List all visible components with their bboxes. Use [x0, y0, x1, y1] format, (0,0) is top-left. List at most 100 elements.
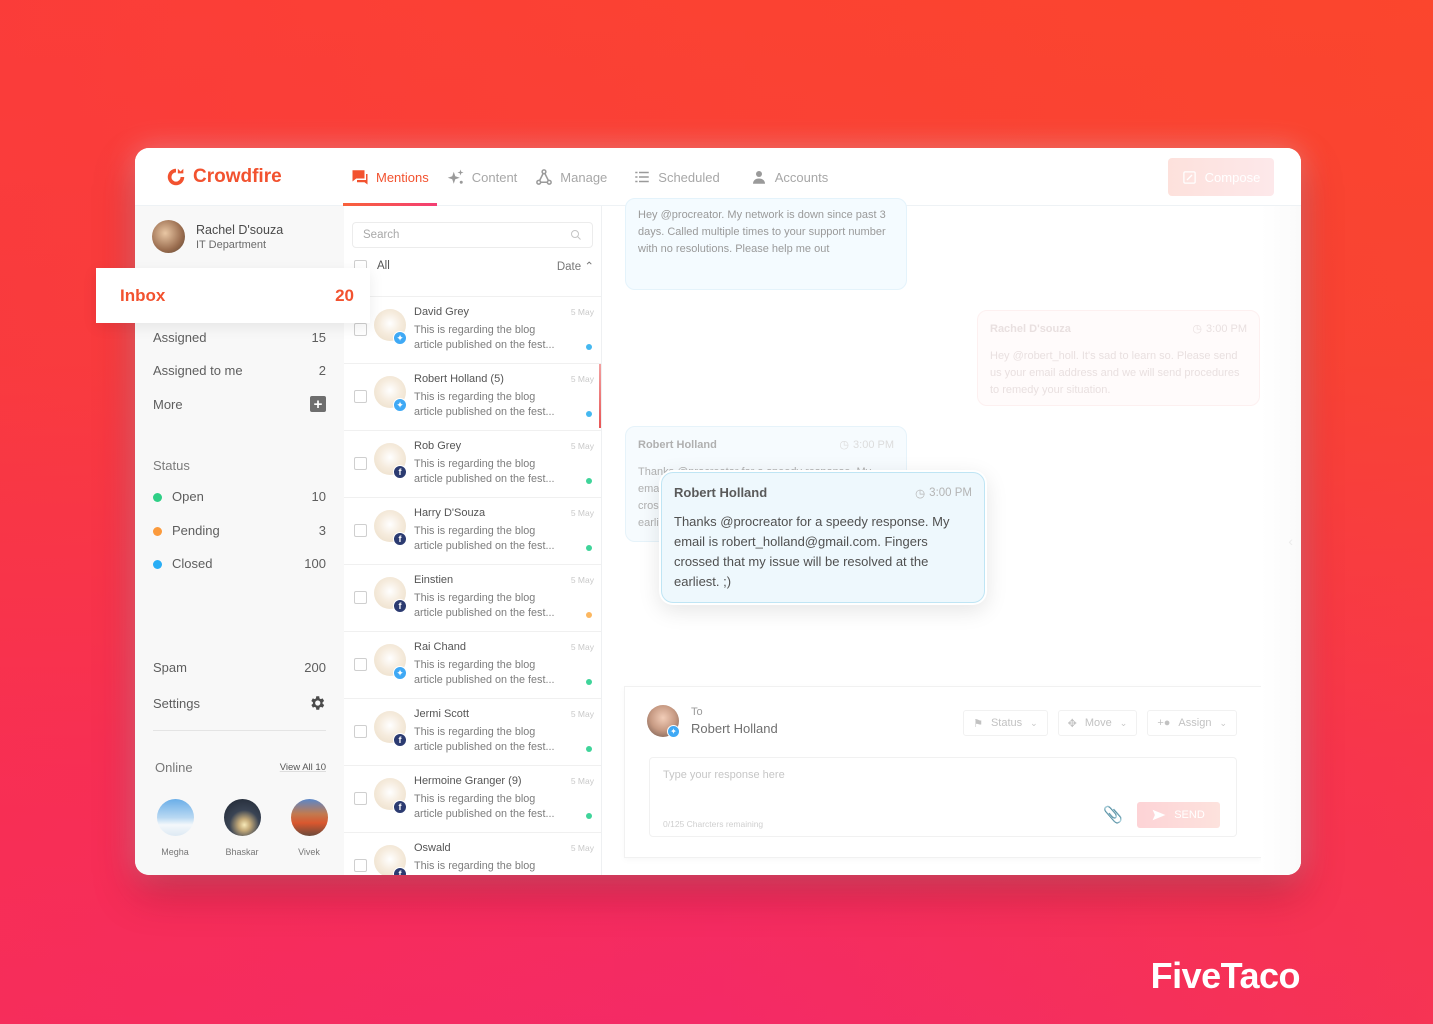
- sidebar-item-more[interactable]: More +: [153, 396, 326, 412]
- avatar: [290, 799, 328, 836]
- nav-content-label: Content: [471, 169, 518, 185]
- status-dot: [586, 813, 592, 819]
- message-preview: This is regarding the blog article publis…: [414, 658, 574, 688]
- status-closed[interactable]: Closed 100: [153, 556, 326, 571]
- crowdfire-logo-icon: [167, 168, 185, 186]
- search-icon: [571, 230, 581, 240]
- spam-count: 200: [304, 660, 326, 675]
- gear-icon[interactable]: [308, 694, 326, 712]
- online-user-vivek[interactable]: Vivek: [289, 799, 329, 857]
- preview-line: This is regarding the blog: [414, 525, 536, 537]
- row-checkbox[interactable]: [354, 457, 367, 470]
- right-rail: ‹: [1261, 206, 1301, 875]
- search-input[interactable]: Search: [352, 222, 593, 248]
- character-count: 0/125 Charcters remaining: [663, 819, 764, 829]
- row-checkbox[interactable]: [354, 390, 367, 403]
- chevron-left-icon[interactable]: ‹: [1288, 533, 1293, 549]
- nav-manage[interactable]: Manage: [527, 148, 615, 206]
- row-checkbox[interactable]: [354, 658, 367, 671]
- chat-bubbles-icon: [352, 170, 368, 185]
- recipient-name: Robert Holland: [691, 721, 778, 736]
- search-placeholder: Search: [363, 229, 400, 241]
- sidebar-item-inbox[interactable]: Inbox 20: [96, 268, 370, 323]
- message-time: 3:00 PM: [853, 439, 894, 451]
- response-input[interactable]: Type your response here 0/125 Charcters …: [649, 757, 1237, 837]
- agent-reply-message: Rachel D'souza ◷ 3:00 PM Hey @robert_holl…: [977, 310, 1260, 406]
- sidebar-item-assigned-to-me[interactable]: Assigned to me 2: [153, 363, 326, 378]
- preview-line: This is regarding the blog: [414, 726, 536, 738]
- user-name: Rachel D'souza: [196, 222, 284, 237]
- row-checkbox[interactable]: [354, 323, 367, 336]
- row-checkbox[interactable]: [354, 859, 367, 872]
- message-date: 5 May: [570, 776, 594, 786]
- list-item[interactable]: f Einstien 5 May This is regarding the blog…: [344, 564, 601, 631]
- message-preview: This is regarding the blog article publis…: [414, 457, 574, 487]
- row-checkbox[interactable]: [354, 725, 367, 738]
- list-item[interactable]: ✦ Robert Holland (5) 5 May This is regardin…: [344, 363, 601, 430]
- preview-line: This is regarding the blog: [414, 324, 536, 336]
- assign-dropdown-label: Assign: [1178, 717, 1212, 729]
- crowdfire-logo[interactable]: Crowdfire: [165, 166, 282, 188]
- plus-icon[interactable]: +: [310, 396, 326, 412]
- inbox-label: Inbox: [120, 285, 166, 305]
- message-preview: This is regarding the blog article publis…: [414, 792, 574, 822]
- sidebar-item-settings[interactable]: Settings: [153, 694, 326, 712]
- preview-line: article published on the fest...: [414, 808, 555, 820]
- list-item[interactable]: f Jermi Scott 5 May This is regarding the b…: [344, 698, 601, 765]
- send-button[interactable]: SEND: [1137, 802, 1220, 828]
- status-count: 3: [318, 523, 326, 538]
- sender-name: Robert Holland (5): [414, 373, 504, 385]
- nav-content[interactable]: Content: [439, 148, 526, 206]
- list-item[interactable]: f Harry D'Souza 5 May This is regarding the…: [344, 497, 601, 564]
- sort-by-date[interactable]: Date ⌃: [557, 259, 594, 273]
- facebook-icon: f: [393, 867, 407, 875]
- status-dot-pending: [153, 527, 162, 537]
- status-pending[interactable]: Pending 3: [153, 523, 326, 538]
- status-dot: [586, 411, 592, 417]
- twitter-icon: ✦: [393, 398, 407, 412]
- user-icon: [752, 171, 765, 184]
- list-item[interactable]: f Hermoine Granger (9) 5 May This is regard…: [344, 765, 601, 832]
- attachment-icon[interactable]: 📎: [1103, 805, 1123, 825]
- message-list-panel: Search All Date ⌃ ✦ David Grey 5 May This i…: [344, 206, 602, 875]
- message-text: Hey @robert_holl. It's sad to learn so. …: [990, 350, 1240, 396]
- status-open[interactable]: Open 10: [153, 489, 326, 504]
- message-time: 3:00 PM: [929, 486, 972, 499]
- online-user-megha[interactable]: Megha: [155, 799, 195, 857]
- nav-mentions[interactable]: Mentions: [343, 148, 437, 206]
- avatar: [156, 799, 194, 836]
- row-checkbox[interactable]: [354, 524, 367, 537]
- status-dot: [586, 344, 592, 350]
- list-item[interactable]: ✦ Rai Chand 5 May This is regarding the blo…: [344, 631, 601, 698]
- message-preview: This is regarding the blog article publis…: [414, 591, 574, 621]
- preview-line: This is regarding the blog: [414, 793, 536, 805]
- row-checkbox[interactable]: [354, 792, 367, 805]
- spam-label: Spam: [153, 660, 187, 675]
- compose-button[interactable]: Compose: [1168, 158, 1274, 196]
- online-user-bhaskar[interactable]: Bhaskar: [222, 799, 262, 857]
- reply-recipient: ✦ To Robert Holland: [647, 705, 778, 738]
- view-all-online-link[interactable]: View All 10: [280, 762, 326, 773]
- send-label: SEND: [1174, 809, 1205, 821]
- move-dropdown[interactable]: ✥ Move ⌄: [1057, 710, 1138, 736]
- sidebar-item-assigned[interactable]: Assigned 15: [153, 330, 326, 345]
- message-date: 5 May: [570, 709, 594, 719]
- message-time: 3:00 PM: [1206, 323, 1247, 335]
- reply-composer: ✦ To Robert Holland ⚑ Status ⌄ ✥ Move ⌄: [624, 686, 1262, 858]
- list-item[interactable]: f Oswald 5 May This is regarding the blog: [344, 832, 601, 875]
- list-item[interactable]: f Rob Grey 5 May This is regarding the blog…: [344, 430, 601, 497]
- nav-accounts-label: Accounts: [774, 169, 829, 185]
- user-profile[interactable]: Rachel D'souza IT Department: [152, 220, 283, 253]
- assign-dropdown[interactable]: +● Assign ⌄: [1147, 710, 1237, 736]
- status-label: Closed: [172, 556, 213, 571]
- sidebar-item-spam[interactable]: Spam 200: [153, 660, 326, 675]
- list-item[interactable]: ✦ David Grey 5 May This is regarding the bl…: [344, 296, 601, 363]
- status-dropdown[interactable]: ⚑ Status ⌄: [963, 710, 1048, 736]
- message-text: Hey @procreator. My network is down sinc…: [638, 209, 886, 255]
- chevron-down-icon: ⌄: [1219, 717, 1227, 728]
- user-department: IT Department: [196, 238, 267, 251]
- sender-name: Rai Chand: [414, 641, 466, 653]
- move-dropdown-label: Move: [1084, 717, 1112, 729]
- row-checkbox[interactable]: [354, 591, 367, 604]
- highlighted-message-card: Robert Holland ◷ 3:00 PM Thanks @procreat…: [661, 472, 985, 603]
